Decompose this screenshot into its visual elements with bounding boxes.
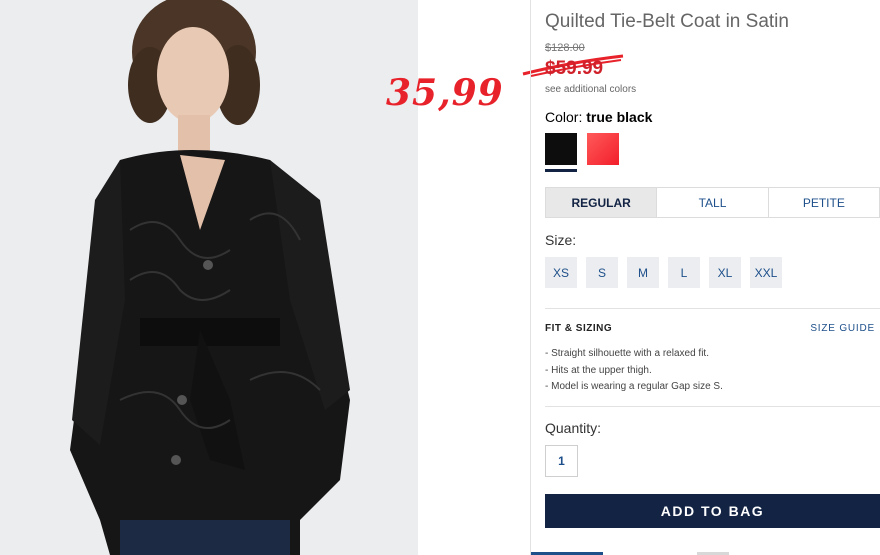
tab-petite[interactable]: PETITE [767, 188, 879, 217]
size-xs[interactable]: XS [545, 257, 577, 288]
swatch-true-black[interactable] [545, 133, 577, 165]
see-additional-colors-link[interactable]: see additional colors [545, 84, 636, 95]
sale-price: $59.99 [545, 58, 604, 79]
size-xl[interactable]: XL [709, 257, 741, 288]
add-to-bag-button[interactable]: ADD TO BAG [545, 494, 880, 528]
original-price: $128.00 [545, 42, 585, 54]
swatch-red[interactable] [587, 133, 619, 165]
size-l[interactable]: L [668, 257, 700, 288]
color-label: Color: true black [545, 109, 652, 125]
tab-regular[interactable]: REGULAR [546, 188, 657, 217]
tab-tall[interactable]: TALL [656, 188, 767, 217]
list-item: - Model is wearing a regular Gap size S. [545, 381, 723, 392]
size-m[interactable]: M [627, 257, 659, 288]
selected-swatch-indicator [545, 169, 577, 172]
fit-sizing-list: - Straight silhouette with a relaxed fit… [545, 346, 723, 396]
divider [545, 308, 880, 309]
overlay-handwritten-price: 35,99 [386, 72, 504, 114]
product-info-panel: Quilted Tie-Belt Coat in Satin $128.00 $… [530, 0, 880, 555]
fit-tabs: REGULAR TALL PETITE [545, 187, 880, 218]
size-guide-link[interactable]: SIZE GUIDE [810, 323, 875, 334]
selected-color-name: true black [586, 109, 653, 125]
quantity-selector[interactable]: 1 [545, 445, 578, 477]
list-item: - Hits at the upper thigh. [545, 364, 652, 376]
list-item: - Straight silhouette with a relaxed fit… [545, 348, 709, 359]
size-s[interactable]: S [586, 257, 618, 288]
size-options: XS S M L XL XXL [545, 257, 782, 288]
divider [545, 406, 880, 407]
size-label: Size: [545, 232, 577, 248]
fit-sizing-heading: FIT & SIZING [545, 323, 613, 334]
product-image[interactable] [0, 0, 418, 555]
color-label-text: Color: [545, 109, 583, 125]
size-xxl[interactable]: XXL [750, 257, 782, 288]
product-title: Quilted Tie-Belt Coat in Satin [545, 11, 789, 32]
quantity-label: Quantity: [545, 420, 602, 436]
